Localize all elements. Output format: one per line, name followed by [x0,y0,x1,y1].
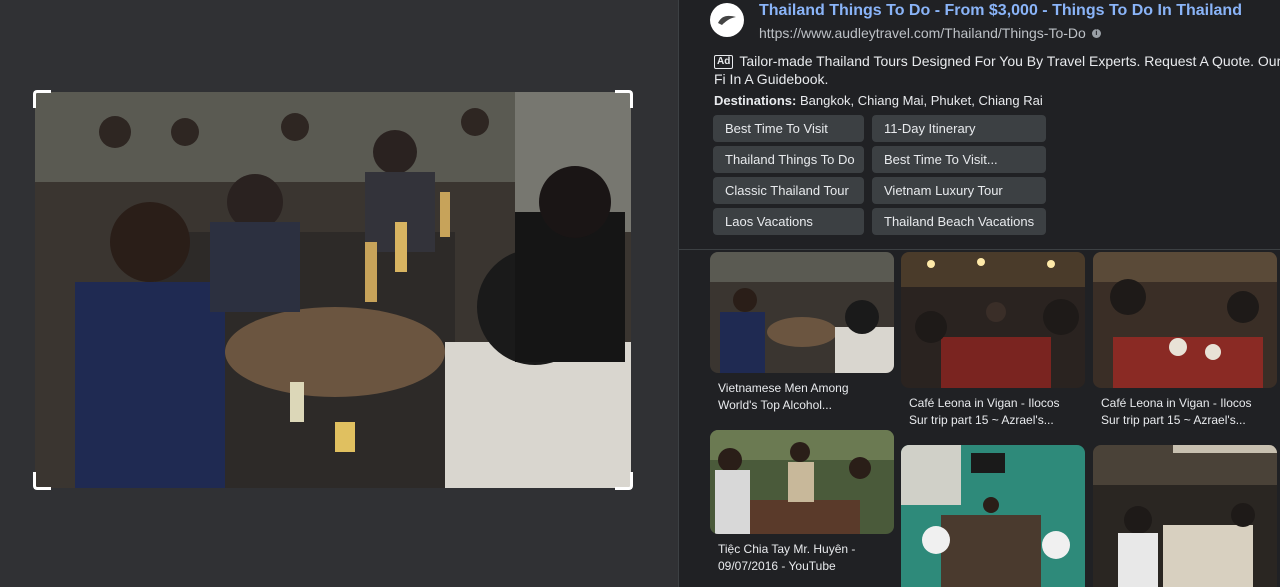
info-icon[interactable]: i [1091,28,1101,38]
result-thumbnail[interactable] [1093,252,1277,388]
ad-title-link[interactable]: Thailand Things To Do - From $3,000 - Th… [759,2,1242,20]
result-thumbnail[interactable] [710,252,894,373]
sponsored-ad: Thailand Things To Do - From $3,000 - Th… [679,0,1280,250]
result-thumbnail[interactable] [710,430,894,534]
result-card[interactable]: Vietnamese Men Among World's Top Alcohol… [710,252,894,414]
ad-badge: Ad [714,55,734,69]
audley-travel-logo-icon [710,3,744,37]
sitelink-thailand-things-to-do[interactable]: Thailand Things To Do [713,146,864,173]
ad-destinations: Destinations: Bangkok, Chiang Mai, Phuke… [714,93,1043,108]
query-image-pane [0,0,678,587]
query-image[interactable] [35,92,631,488]
sitelink-laos-vacations[interactable]: Laos Vacations [713,208,864,235]
results-pane: Thailand Things To Do - From $3,000 - Th… [679,0,1280,587]
ad-url-text: https://www.audleytravel.com/Thailand/Th… [759,25,1086,41]
result-card[interactable]: Café Leona in Vigan - Ilocos Sur trip pa… [901,252,1085,429]
result-caption[interactable]: Tiệc Chia Tay Mr. Huyên - 09/07/2016 - Y… [710,541,894,575]
result-thumbnail[interactable] [1093,445,1277,587]
crop-handle-bottom-right[interactable] [615,472,633,490]
destinations-label: Destinations: [714,93,797,108]
result-card[interactable] [1093,445,1277,587]
ad-sitelinks: Best Time To Visit 11-Day Itinerary Thai… [713,115,1046,235]
result-caption[interactable]: Café Leona in Vigan - Ilocos Sur trip pa… [901,395,1085,429]
destinations-value: Bangkok, Chiang Mai, Phuket, Chiang Rai [796,93,1043,108]
result-card[interactable] [901,445,1085,587]
result-card[interactable]: Tiệc Chia Tay Mr. Huyên - 09/07/2016 - Y… [710,430,894,575]
crop-handle-bottom-left[interactable] [33,472,51,490]
crop-handle-top-right[interactable] [615,90,633,108]
result-thumbnail[interactable] [901,445,1085,587]
ad-description: Ad Tailor-made Thailand Tours Designed Fo… [714,52,1280,88]
result-thumbnail[interactable] [901,252,1085,388]
result-caption[interactable]: Café Leona in Vigan - Ilocos Sur trip pa… [1093,395,1277,429]
result-card[interactable]: Café Leona in Vigan - Ilocos Sur trip pa… [1093,252,1277,429]
sitelink-vietnam-luxury-tour[interactable]: Vietnam Luxury Tour [872,177,1046,204]
sitelink-best-time-to-visit[interactable]: Best Time To Visit [713,115,864,142]
sitelink-best-time-to-visit-more[interactable]: Best Time To Visit... [872,146,1046,173]
crop-handle-top-left[interactable] [33,90,51,108]
sitelink-thailand-beach-vacations[interactable]: Thailand Beach Vacations [872,208,1046,235]
sitelink-11-day-itinerary[interactable]: 11-Day Itinerary [872,115,1046,142]
result-caption[interactable]: Vietnamese Men Among World's Top Alcohol… [710,380,894,414]
ad-url: https://www.audleytravel.com/Thailand/Th… [759,25,1101,41]
ad-description-text: Tailor-made Thailand Tours Designed For … [714,53,1280,87]
sitelink-classic-thailand-tour[interactable]: Classic Thailand Tour [713,177,864,204]
